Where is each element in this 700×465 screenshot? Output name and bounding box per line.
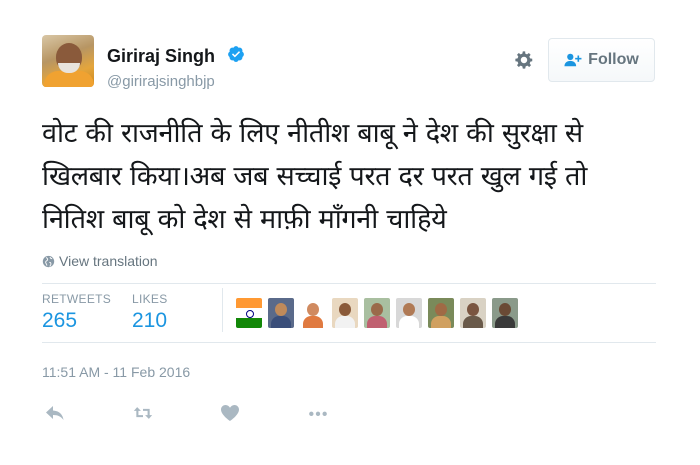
view-translation-label: View translation xyxy=(59,253,158,269)
liker-avatar[interactable] xyxy=(460,298,486,328)
tweet-card: Giriraj Singh @girirajsinghbjp Follow वो… xyxy=(0,0,700,465)
liker-avatar[interactable] xyxy=(492,298,518,328)
tweet-text-line: वोट की राजनीति के लिए नीतीश बाबू ने देश … xyxy=(42,118,583,149)
more-button[interactable] xyxy=(306,402,330,424)
reply-icon xyxy=(46,406,64,420)
liker-avatar[interactable] xyxy=(396,298,422,328)
follow-button[interactable]: Follow xyxy=(548,38,655,82)
globe-icon xyxy=(42,255,55,267)
tweet-text-line: खिलबार किया।अब जब सच्चाई परत दर परत खुल … xyxy=(42,161,588,192)
liker-avatar[interactable] xyxy=(332,298,358,328)
more-icon xyxy=(309,411,327,416)
tweet-text: वोट की राजनीति के लिए नीतीश बाबू ने देश … xyxy=(42,112,662,241)
liker-avatar[interactable] xyxy=(364,298,390,328)
heart-icon xyxy=(221,405,239,421)
gear-icon[interactable] xyxy=(513,49,535,71)
likes-label: LIKES xyxy=(132,292,168,306)
retweet-button[interactable] xyxy=(131,402,155,424)
retweet-icon xyxy=(133,407,153,419)
tweet-text-line: नितिश बाबू को देश से माफ़ी माँगनी चाहिये xyxy=(42,204,447,235)
add-user-icon xyxy=(564,53,582,67)
divider xyxy=(42,283,656,284)
author-avatar[interactable] xyxy=(42,35,94,87)
retweets-label: RETWEETS xyxy=(42,292,112,306)
liker-avatar[interactable] xyxy=(236,298,262,328)
stats-separator xyxy=(222,288,223,332)
retweets-count[interactable]: 265 xyxy=(42,309,77,333)
liker-avatar[interactable] xyxy=(428,298,454,328)
liker-avatar[interactable] xyxy=(300,298,326,328)
view-translation-link[interactable]: View translation xyxy=(42,253,158,269)
follow-button-label: Follow xyxy=(588,51,639,68)
liker-avatar[interactable] xyxy=(268,298,294,328)
liker-avatars xyxy=(236,298,518,328)
author-name[interactable]: Giriraj Singh xyxy=(107,46,215,67)
likes-count[interactable]: 210 xyxy=(132,309,167,333)
tweet-timestamp[interactable]: 11:51 AM - 11 Feb 2016 xyxy=(42,364,190,380)
reply-button[interactable] xyxy=(43,402,67,424)
like-button[interactable] xyxy=(218,402,242,424)
verified-badge-icon xyxy=(228,46,244,62)
author-handle[interactable]: @girirajsinghbjp xyxy=(107,73,215,90)
divider xyxy=(42,342,656,343)
